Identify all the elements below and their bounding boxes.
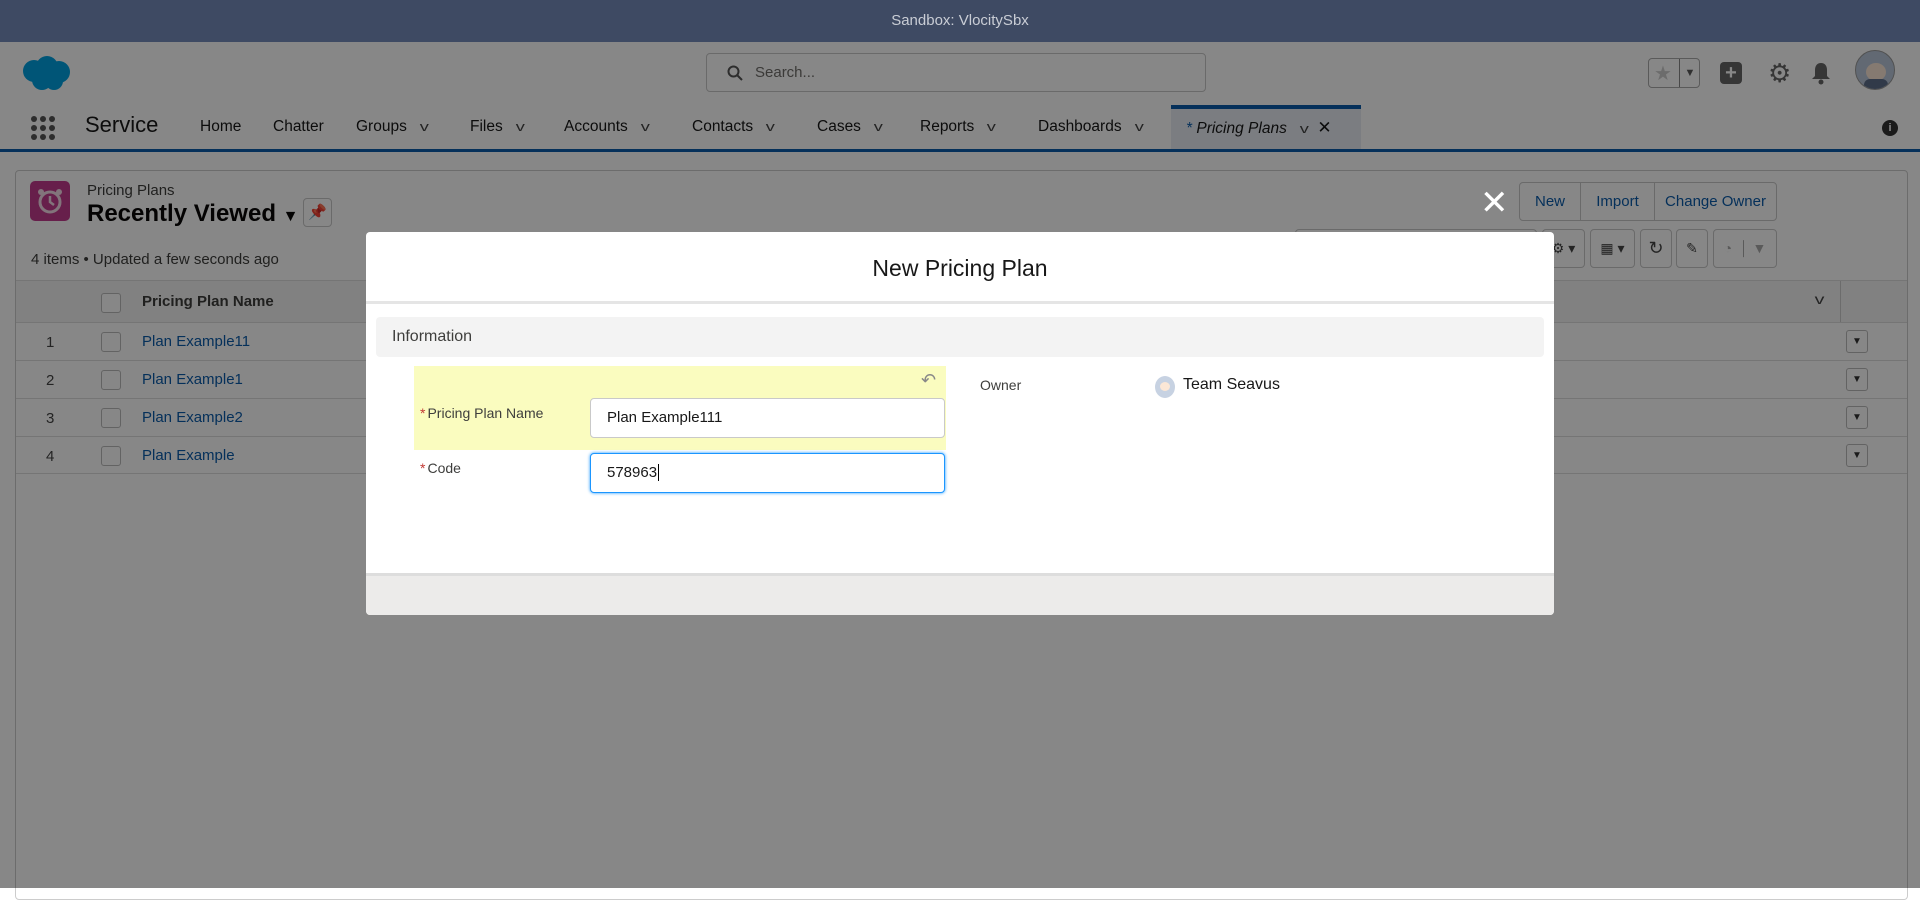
sandbox-banner: Sandbox: VlocitySbx (0, 0, 1920, 42)
code-input[interactable]: 578963 (590, 453, 945, 493)
owner-avatar (1155, 376, 1175, 398)
close-modal-icon[interactable]: ✕ (1480, 186, 1509, 220)
pricing-plan-name-input[interactable]: Plan Example111 (590, 398, 945, 438)
owner-label: Owner (980, 377, 1022, 393)
owner-value[interactable]: Team Seavus (1183, 376, 1280, 394)
pricing-plan-name-label: * Pricing Plan Name (420, 405, 544, 421)
modal-title: New Pricing Plan (366, 232, 1554, 304)
code-label: * Code (420, 460, 461, 476)
modal-footer (366, 573, 1554, 615)
new-pricing-plan-modal: New Pricing Plan Information ↶ * Pricing … (366, 232, 1554, 615)
section-information[interactable]: Information (376, 317, 1544, 357)
undo-icon[interactable]: ↶ (921, 370, 936, 391)
